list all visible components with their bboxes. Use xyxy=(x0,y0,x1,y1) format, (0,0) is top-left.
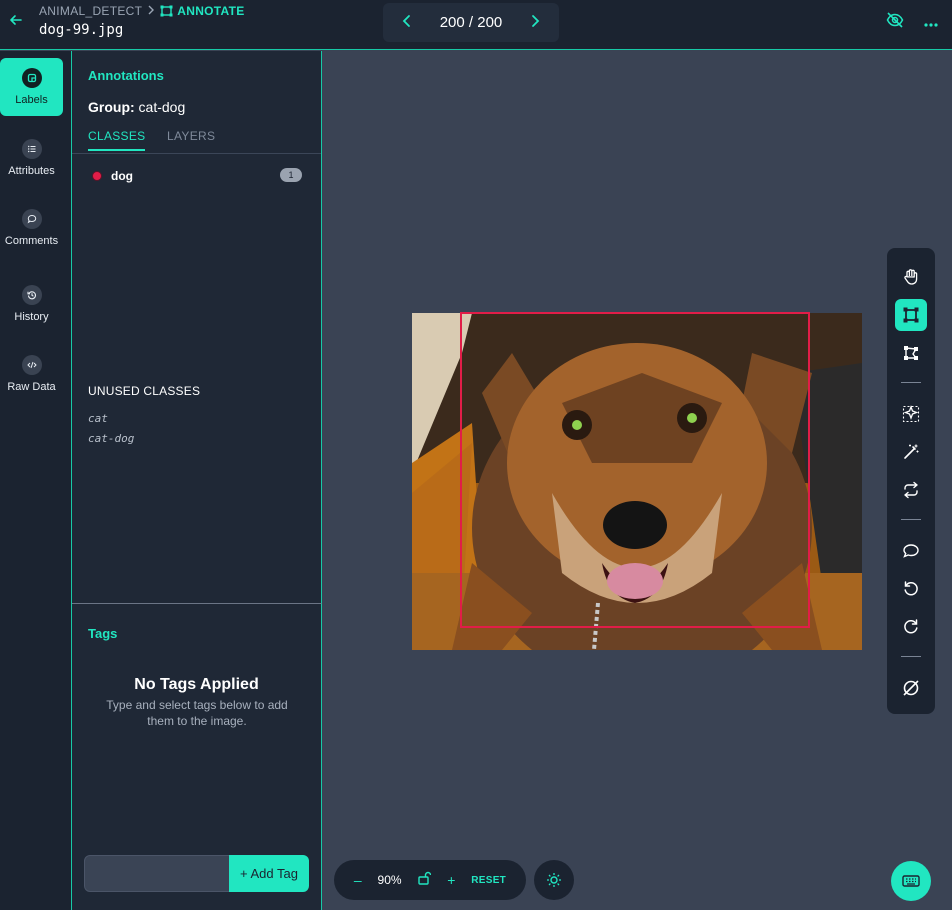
more-options-icon[interactable] xyxy=(924,14,938,32)
redo-icon xyxy=(904,619,918,634)
redo-button[interactable] xyxy=(895,611,927,643)
bbox-icon xyxy=(903,307,919,323)
magic-wand-tool[interactable] xyxy=(895,436,927,468)
no-tags-subtitle: Type and select tags below to add them t… xyxy=(106,698,288,728)
nav-comments[interactable]: Comments xyxy=(0,198,63,258)
class-count-badge: 1 xyxy=(280,168,302,182)
hand-icon xyxy=(904,269,918,285)
tab-layers[interactable]: LAYERS xyxy=(167,129,215,143)
label-icon xyxy=(21,68,42,88)
tab-classes[interactable]: CLASSES xyxy=(88,129,146,151)
nav-comments-label: Comments xyxy=(4,235,59,247)
file-name: dog-99.jpg xyxy=(39,22,124,38)
smart-select-tool[interactable] xyxy=(895,398,927,430)
class-color-dot xyxy=(92,171,102,181)
nav-labels[interactable]: Labels xyxy=(0,58,63,116)
keyboard-shortcuts-button[interactable] xyxy=(891,861,931,901)
undo-button[interactable] xyxy=(895,573,927,605)
tags-panel: Tags No Tags Applied Type and select tag… xyxy=(72,603,322,910)
unused-classes-title: UNUSED CLASSES xyxy=(88,384,201,398)
toolbar-divider xyxy=(901,519,921,520)
tags-title: Tags xyxy=(88,626,118,641)
breadcrumb-mode: ANNOTATE xyxy=(160,4,244,18)
toolbar-divider xyxy=(901,382,921,383)
nav-raw-data[interactable]: Raw Data xyxy=(0,344,63,404)
top-right-actions xyxy=(886,12,938,33)
code-icon xyxy=(21,355,42,375)
back-arrow-icon[interactable] xyxy=(8,12,24,28)
history-icon xyxy=(21,285,42,305)
class-name: dog xyxy=(111,169,133,183)
group-value: cat-dog xyxy=(138,99,186,115)
zoom-out-button[interactable]: – xyxy=(354,872,362,888)
bounding-box-tool[interactable] xyxy=(895,299,927,331)
magic-wand-icon xyxy=(904,444,919,459)
zoom-controls: – 90% + RESET xyxy=(334,860,526,900)
next-image-button[interactable] xyxy=(525,14,545,31)
unused-class-item[interactable]: cat-dog xyxy=(88,432,134,445)
annotate-icon xyxy=(160,5,173,17)
nav-history-label: History xyxy=(14,311,49,323)
bounding-box-dog[interactable] xyxy=(460,312,810,628)
sun-icon xyxy=(547,873,561,887)
repeat-icon xyxy=(904,481,918,499)
zoom-level: 90% xyxy=(377,873,402,887)
pan-hand-tool[interactable] xyxy=(895,261,927,293)
sparkle-select-icon xyxy=(902,405,920,423)
brightness-button[interactable] xyxy=(534,860,574,900)
pager-count: 200 / 200 xyxy=(439,14,503,31)
nav-labels-label: Labels xyxy=(15,94,48,106)
image-canvas[interactable] xyxy=(322,51,952,910)
circle-slash-icon xyxy=(903,680,919,696)
nav-attributes[interactable]: Attributes xyxy=(0,128,63,188)
comment-icon xyxy=(21,209,42,229)
chevron-right-icon xyxy=(532,15,540,27)
keyboard-icon xyxy=(902,875,920,887)
zoom-lock-icon[interactable] xyxy=(417,871,432,890)
tag-input[interactable] xyxy=(84,855,230,892)
breadcrumb: ANIMAL_DETECT ANNOTATE xyxy=(39,4,245,18)
top-bar: ANIMAL_DETECT ANNOTATE dog-99.jpg 200 / … xyxy=(0,0,952,50)
group-info: Group: cat-dog xyxy=(88,99,185,115)
no-tags-title: No Tags Applied xyxy=(134,676,259,693)
toolbar-divider xyxy=(901,656,921,657)
prev-image-button[interactable] xyxy=(397,14,417,31)
polygon-tool[interactable] xyxy=(895,337,927,369)
unused-class-item[interactable]: cat xyxy=(88,412,108,425)
zoom-in-button[interactable]: + xyxy=(447,872,455,888)
class-row-dog[interactable]: dog 1 xyxy=(92,168,302,184)
chevron-left-icon xyxy=(402,15,410,27)
annotation-toolbar xyxy=(887,248,935,714)
nav-raw-data-label: Raw Data xyxy=(7,381,56,393)
nav-attributes-label: Attributes xyxy=(8,165,55,177)
zoom-reset-button[interactable]: RESET xyxy=(471,875,506,886)
group-label: Group: xyxy=(88,99,135,115)
add-tag-button[interactable]: + Add Tag xyxy=(229,855,309,892)
image-pager: 200 / 200 xyxy=(383,3,559,42)
panel-tabs: CLASSES LAYERS xyxy=(72,129,321,154)
panel-title: Annotations xyxy=(88,68,164,83)
polygon-icon xyxy=(904,346,918,360)
breadcrumb-separator xyxy=(147,4,155,18)
hide-annotations-eye-off-icon[interactable] xyxy=(886,12,904,33)
comment-bubble-icon xyxy=(903,544,919,558)
list-icon xyxy=(21,139,42,159)
undo-icon xyxy=(904,581,918,596)
breadcrumb-project[interactable]: ANIMAL_DETECT xyxy=(39,4,142,18)
swap-tool[interactable] xyxy=(895,474,927,506)
nav-history[interactable]: History xyxy=(0,274,63,334)
clear-button[interactable] xyxy=(895,672,927,704)
comment-tool[interactable] xyxy=(895,535,927,567)
left-nav: Labels Attributes Comments History Raw D… xyxy=(0,51,72,910)
mode-label: ANNOTATE xyxy=(177,4,245,18)
